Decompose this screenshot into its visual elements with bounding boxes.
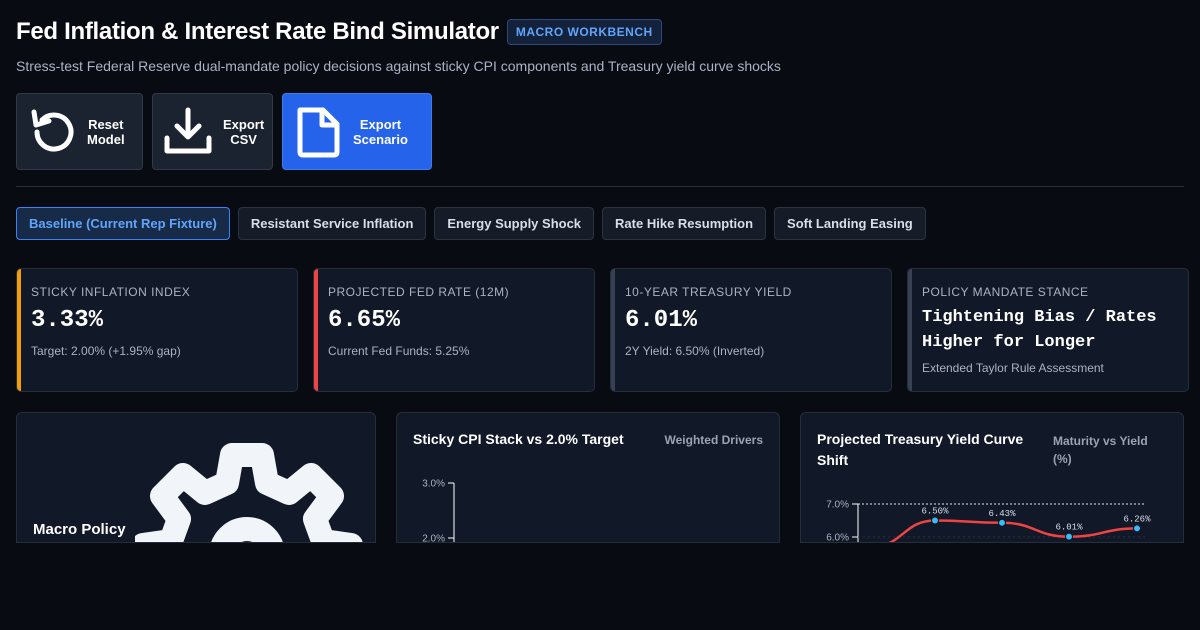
kpi-value: Tightening Bias / Rates Higher for Longer xyxy=(922,308,1157,352)
kpi-card-projected-fed-rate: PROJECTED FED RATE (12M) 6.65% Current F… xyxy=(313,268,595,392)
y-tick-label: 7.0% xyxy=(826,500,849,511)
kpi-value: 6.01% xyxy=(625,307,698,334)
cpi-stack-panel: Sticky CPI Stack vs 2.0% Target Weighted… xyxy=(396,412,780,543)
kpi-label: PROJECTED FED RATE (12M) xyxy=(328,285,510,299)
data-label: 6.43% xyxy=(988,509,1016,519)
export-scenario-button[interactable]: Export Scenario xyxy=(282,93,432,170)
header-divider xyxy=(16,186,1184,187)
data-label: 6.50% xyxy=(921,507,949,517)
kpi-value: 6.65% xyxy=(328,307,401,334)
page-subtitle: Stress-test Federal Reserve dual-mandate… xyxy=(16,58,781,74)
kpi-subtext: Target: 2.00% (+1.95% gap) xyxy=(31,344,181,358)
y-tick-label: 2.0% xyxy=(422,534,445,544)
reset-icon xyxy=(17,97,87,167)
macro-policy-panel: Macro Policy xyxy=(16,412,376,543)
page-title: Fed Inflation & Interest Rate Bind Simul… xyxy=(16,18,499,45)
data-label: 6.26% xyxy=(1123,514,1151,524)
workbench-badge: MACRO WORKBENCH xyxy=(506,19,662,45)
reset-model-button[interactable]: Reset Model xyxy=(16,93,143,170)
yield-chart: 7.0% 6.0% 6.50% 6.43% 6.01% 6.26% xyxy=(826,500,1151,544)
export-csv-button[interactable]: Export CSV xyxy=(152,93,273,170)
download-icon xyxy=(153,97,223,167)
data-point xyxy=(998,518,1006,527)
kpi-subtext: 2Y Yield: 6.50% (Inverted) xyxy=(625,344,765,358)
kpi-card-policy-stance: POLICY MANDATE STANCE Tightening Bias / … xyxy=(907,268,1189,392)
kpi-accent-bar xyxy=(314,269,318,391)
data-point xyxy=(931,516,939,525)
kpi-subtext: Current Fed Funds: 5.25% xyxy=(328,344,470,358)
kpi-label: STICKY INFLATION INDEX xyxy=(31,285,191,299)
panel-title: Macro Policy xyxy=(33,521,126,538)
data-point xyxy=(1065,532,1073,541)
tab-rate-hike-resumption[interactable]: Rate Hike Resumption xyxy=(602,207,767,240)
tab-baseline[interactable]: Baseline (Current Rep Fixture) xyxy=(16,207,230,240)
kpi-label: 10-YEAR TREASURY YIELD xyxy=(625,285,792,299)
kpi-value: 3.33% xyxy=(31,307,104,334)
kpi-accent-bar xyxy=(908,269,912,391)
tab-soft-landing-easing[interactable]: Soft Landing Easing xyxy=(774,207,926,240)
tab-resistant-service-inflation[interactable]: Resistant Service Inflation xyxy=(237,207,427,240)
kpi-card-treasury-yield: 10-YEAR TREASURY YIELD 6.01% 2Y Yield: 6… xyxy=(610,268,892,392)
data-point xyxy=(1133,524,1141,533)
action-toolbar: Reset Model Export CSV Export Scenario xyxy=(16,93,432,170)
cpi-chart: 3.0% 2.0% xyxy=(422,479,455,544)
gear-icon xyxy=(135,443,363,542)
scenario-tabs: Baseline (Current Rep Fixture) Resistant… xyxy=(16,207,926,240)
kpi-subtext: Extended Taylor Rule Assessment xyxy=(922,361,1104,375)
yield-curve-panel: Projected Treasury Yield Curve Shift Matu… xyxy=(800,412,1184,543)
kpi-row: STICKY INFLATION INDEX 3.33% Target: 2.0… xyxy=(16,268,1189,392)
data-label: 6.01% xyxy=(1055,523,1083,533)
kpi-accent-bar xyxy=(611,269,615,391)
kpi-accent-bar xyxy=(17,269,21,391)
tab-energy-supply-shock[interactable]: Energy Supply Shock xyxy=(434,207,595,240)
kpi-label: POLICY MANDATE STANCE xyxy=(922,285,1089,299)
file-icon xyxy=(283,97,353,167)
y-tick-label: 6.0% xyxy=(826,533,849,544)
kpi-card-sticky-inflation: STICKY INFLATION INDEX 3.33% Target: 2.0… xyxy=(16,268,298,392)
y-tick-label: 3.0% xyxy=(422,479,445,490)
page-header: Fed Inflation & Interest Rate Bind Simul… xyxy=(16,18,662,46)
